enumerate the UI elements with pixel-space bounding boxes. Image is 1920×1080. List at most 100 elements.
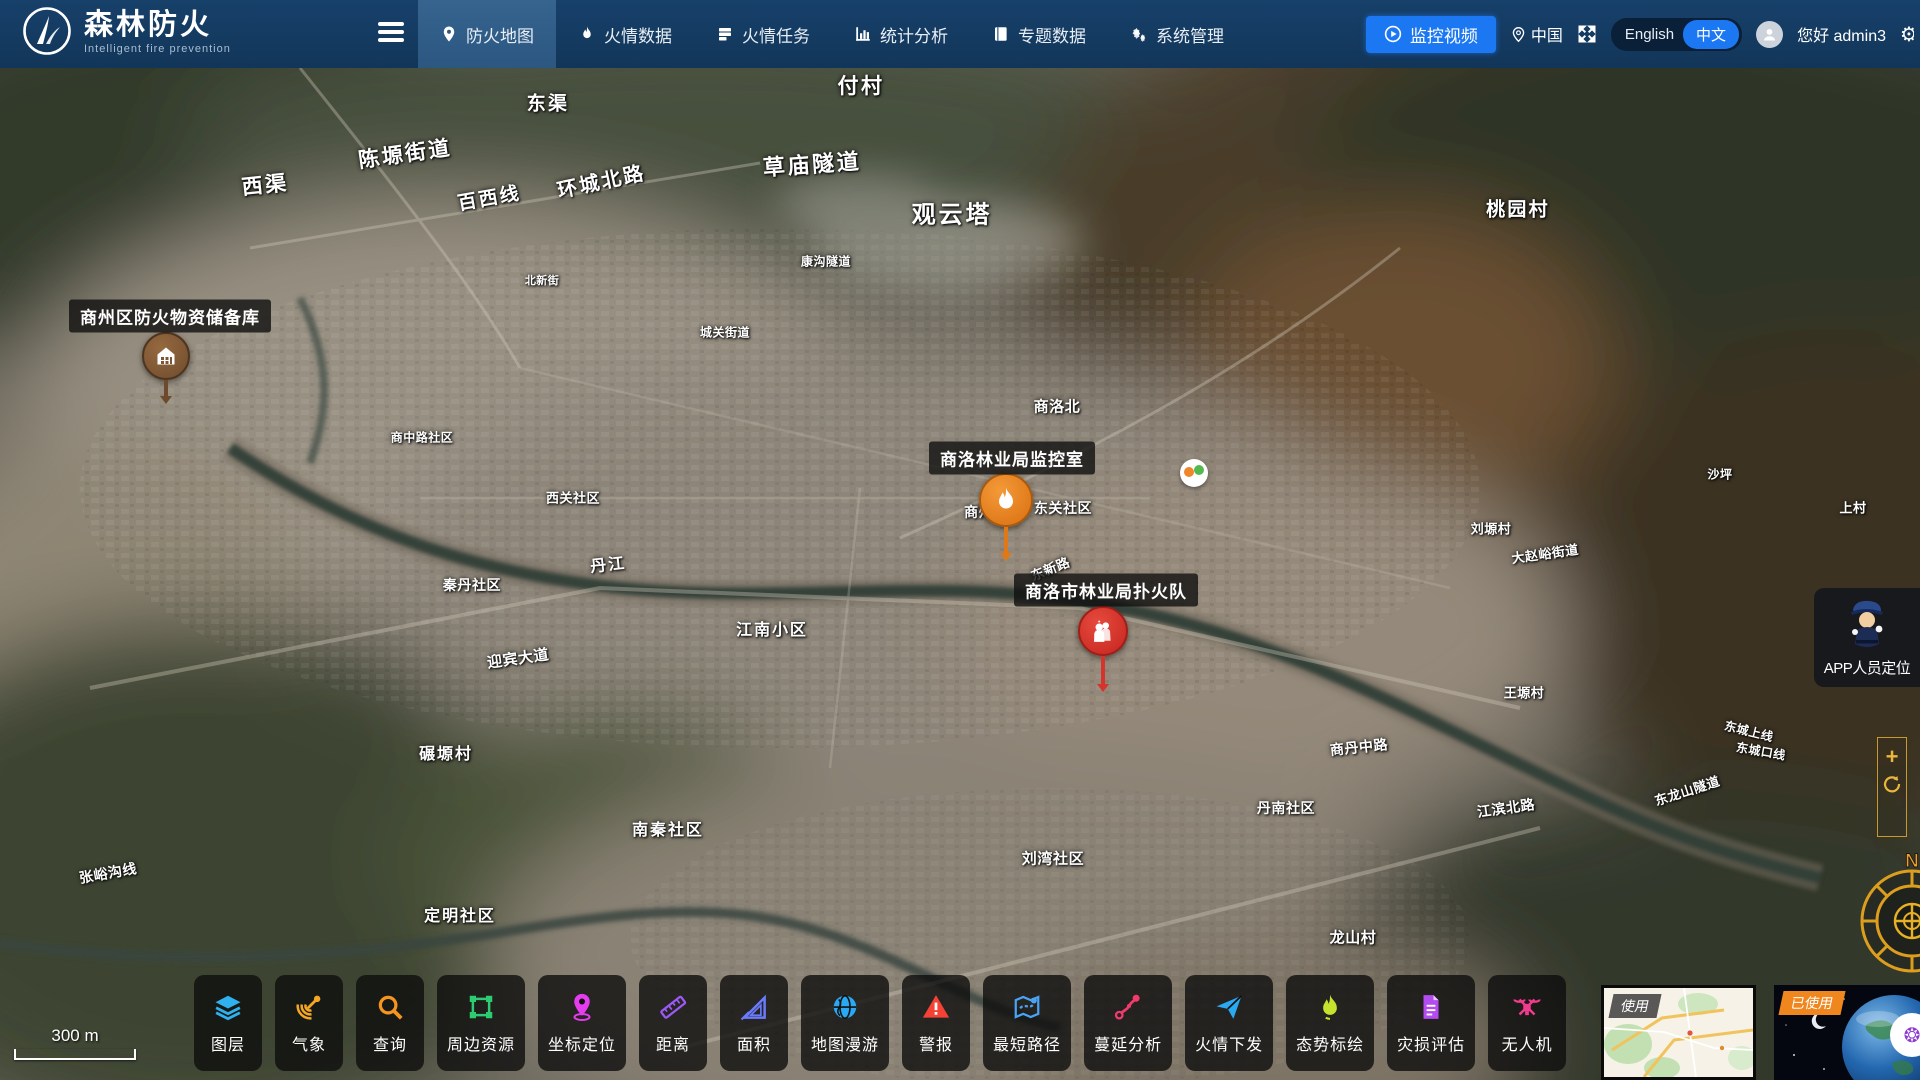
map-place-label: 碾塬村 bbox=[419, 740, 473, 764]
map-place-label: 草庙隧道 bbox=[762, 144, 863, 183]
poi-marker-tail bbox=[164, 380, 168, 396]
ruler-icon bbox=[658, 992, 688, 1022]
tool-button-8[interactable]: 地图漫游 bbox=[801, 975, 889, 1071]
tool-button-6[interactable]: 距离 bbox=[639, 975, 707, 1071]
nav-item-stats-analysis[interactable]: 统计分析 bbox=[832, 0, 970, 68]
map-place-label: 刘塬村 bbox=[1471, 519, 1512, 538]
map-place-label: 秦丹社区 bbox=[443, 575, 501, 595]
settings-gear-icon[interactable]: ⚙ bbox=[1900, 22, 1914, 47]
locate-pin-icon bbox=[567, 992, 597, 1022]
compass-north-label: N bbox=[1905, 853, 1919, 872]
play-icon bbox=[1384, 25, 1402, 43]
logo-glyph-icon: ❂ bbox=[1904, 1023, 1920, 1048]
route-map-icon bbox=[1012, 992, 1042, 1022]
language-toggle[interactable]: English 中文 bbox=[1611, 18, 1742, 51]
region-selector[interactable]: 中国 bbox=[1510, 22, 1563, 46]
poi-cluster-badge[interactable] bbox=[1180, 459, 1208, 487]
tool-button-7[interactable]: 面积 bbox=[720, 975, 788, 1071]
set-square-icon bbox=[739, 992, 769, 1022]
map-place-label: 北新街 bbox=[525, 272, 559, 288]
tool-button-9[interactable]: 警报 bbox=[902, 975, 970, 1071]
map-place-label: 丹江 bbox=[589, 549, 627, 577]
tool-button-11[interactable]: 蔓延分析 bbox=[1084, 975, 1172, 1071]
logo-emblem-icon bbox=[22, 6, 72, 56]
map-place-label: 刘湾社区 bbox=[1022, 848, 1084, 869]
compass-rose[interactable]: N bbox=[1848, 853, 1920, 977]
zoom-in-button[interactable]: + bbox=[1886, 748, 1899, 766]
map-place-label: 龙山村 bbox=[1330, 927, 1377, 948]
user-avatar[interactable] bbox=[1756, 21, 1783, 48]
tool-button-14[interactable]: 灾损评估 bbox=[1387, 975, 1475, 1071]
poi-label: 商洛市林业局扑火队 bbox=[1014, 574, 1198, 607]
minimap-badge: 使用 bbox=[1608, 994, 1661, 1018]
language-english[interactable]: English bbox=[1625, 26, 1674, 43]
map-place-label: 商中路社区 bbox=[391, 429, 453, 446]
tool-button-label: 图层 bbox=[211, 1031, 245, 1055]
tool-button-13[interactable]: 态势标绘 bbox=[1286, 975, 1374, 1071]
drone-icon bbox=[1512, 992, 1542, 1022]
map-place-label: 康沟隧道 bbox=[801, 253, 851, 270]
tool-button-1[interactable]: 图层 bbox=[194, 975, 262, 1071]
map-place-label: 付村 bbox=[837, 70, 884, 100]
globe-icon bbox=[830, 992, 860, 1022]
tool-button-2[interactable]: 气象 bbox=[275, 975, 343, 1071]
search-icon bbox=[375, 992, 405, 1022]
app-logo: 森林防火 Intelligent fire prevention bbox=[22, 6, 231, 56]
poi-label: 商州区防火物资储备库 bbox=[69, 300, 271, 333]
chart-icon bbox=[854, 25, 872, 43]
nav-item-label: 专题数据 bbox=[1018, 22, 1086, 47]
poi-marker-arrowhead bbox=[1097, 684, 1109, 692]
tool-button-label: 火情下发 bbox=[1195, 1031, 1263, 1055]
map-place-label: 商洛北 bbox=[1034, 396, 1081, 417]
spread-path-icon bbox=[1113, 992, 1143, 1022]
refresh-icon[interactable] bbox=[1882, 774, 1902, 794]
tool-button-15[interactable]: 无人机 bbox=[1488, 975, 1566, 1071]
earth-panel-badge: 已使用 bbox=[1778, 991, 1845, 1015]
nav-item-thematic-data[interactable]: 专题数据 bbox=[970, 0, 1108, 68]
nav-item-label: 防火地图 bbox=[466, 22, 534, 47]
scale-bracket bbox=[14, 1049, 136, 1060]
tool-button-4[interactable]: 周边资源 bbox=[437, 975, 525, 1071]
fullscreen-icon[interactable] bbox=[1577, 24, 1597, 44]
tool-button-label: 灾损评估 bbox=[1397, 1031, 1465, 1055]
layers-icon bbox=[213, 992, 243, 1022]
monitor-video-button[interactable]: 监控视频 bbox=[1366, 16, 1496, 53]
earth-globe-panel[interactable]: 已使用 ❂ bbox=[1774, 985, 1920, 1080]
tool-button-3[interactable]: 查询 bbox=[356, 975, 424, 1071]
app-person-locate-label: APP人员定位 bbox=[1824, 657, 1911, 678]
app-title: 森林防火 bbox=[84, 8, 231, 42]
minimap-panel[interactable]: 使用 bbox=[1601, 985, 1756, 1080]
nav-item-fire-task[interactable]: 火情任务 bbox=[694, 0, 832, 68]
tool-button-12[interactable]: 火情下发 bbox=[1185, 975, 1273, 1071]
nav-item-fire-map[interactable]: 防火地图 bbox=[418, 0, 556, 68]
map-place-label: 王塬村 bbox=[1504, 683, 1545, 702]
poi-marker-3[interactable] bbox=[1078, 606, 1128, 692]
poi-marker-arrowhead bbox=[160, 396, 172, 404]
flame-icon bbox=[578, 25, 596, 43]
map-place-label: 桃园村 bbox=[1486, 195, 1550, 222]
poi-marker-2[interactable] bbox=[979, 473, 1033, 561]
tool-button-10[interactable]: 最短路径 bbox=[983, 975, 1071, 1071]
nav-item-fire-data[interactable]: 火情数据 bbox=[556, 0, 694, 68]
police-officer-icon bbox=[1845, 596, 1889, 652]
map-place-label: 定明社区 bbox=[424, 902, 496, 926]
poi-marker-1[interactable] bbox=[142, 332, 190, 404]
menu-hamburger-icon[interactable] bbox=[378, 22, 404, 44]
fire-icon bbox=[979, 473, 1033, 527]
app-person-locate-panel[interactable]: APP人员定位 bbox=[1814, 588, 1920, 687]
map-place-label: 观云塔 bbox=[912, 195, 993, 230]
language-chinese-selected[interactable]: 中文 bbox=[1683, 20, 1739, 49]
map-place-label: 城关街道 bbox=[700, 324, 750, 341]
nav-item-label: 火情任务 bbox=[742, 22, 810, 47]
nav-item-label: 系统管理 bbox=[1156, 22, 1224, 47]
satellite-map[interactable]: 东渠陈塬街道环城北路百西线西渠付村草庙隧道观云塔康沟隧道城关街道商洛北桃园村北新… bbox=[0, 68, 1920, 1080]
map-toolbar: 图层 气象查询周边资源坐标定位距离面积地图漫游警报最短路径蔓延分析 火情下发态势标绘… bbox=[194, 975, 1566, 1071]
nav-item-system-manage[interactable]: 系统管理 bbox=[1108, 0, 1246, 68]
nav-item-label: 火情数据 bbox=[604, 22, 672, 47]
tool-button-label: 蔓延分析 bbox=[1094, 1031, 1162, 1055]
poi-label: 商洛林业局监控室 bbox=[929, 442, 1095, 475]
tool-button-5[interactable]: 坐标定位 bbox=[538, 975, 626, 1071]
tool-button-label: 周边资源 bbox=[447, 1031, 515, 1055]
map-place-label: 东关社区 bbox=[1034, 498, 1092, 518]
app-subtitle: Intelligent fire prevention bbox=[84, 43, 231, 55]
